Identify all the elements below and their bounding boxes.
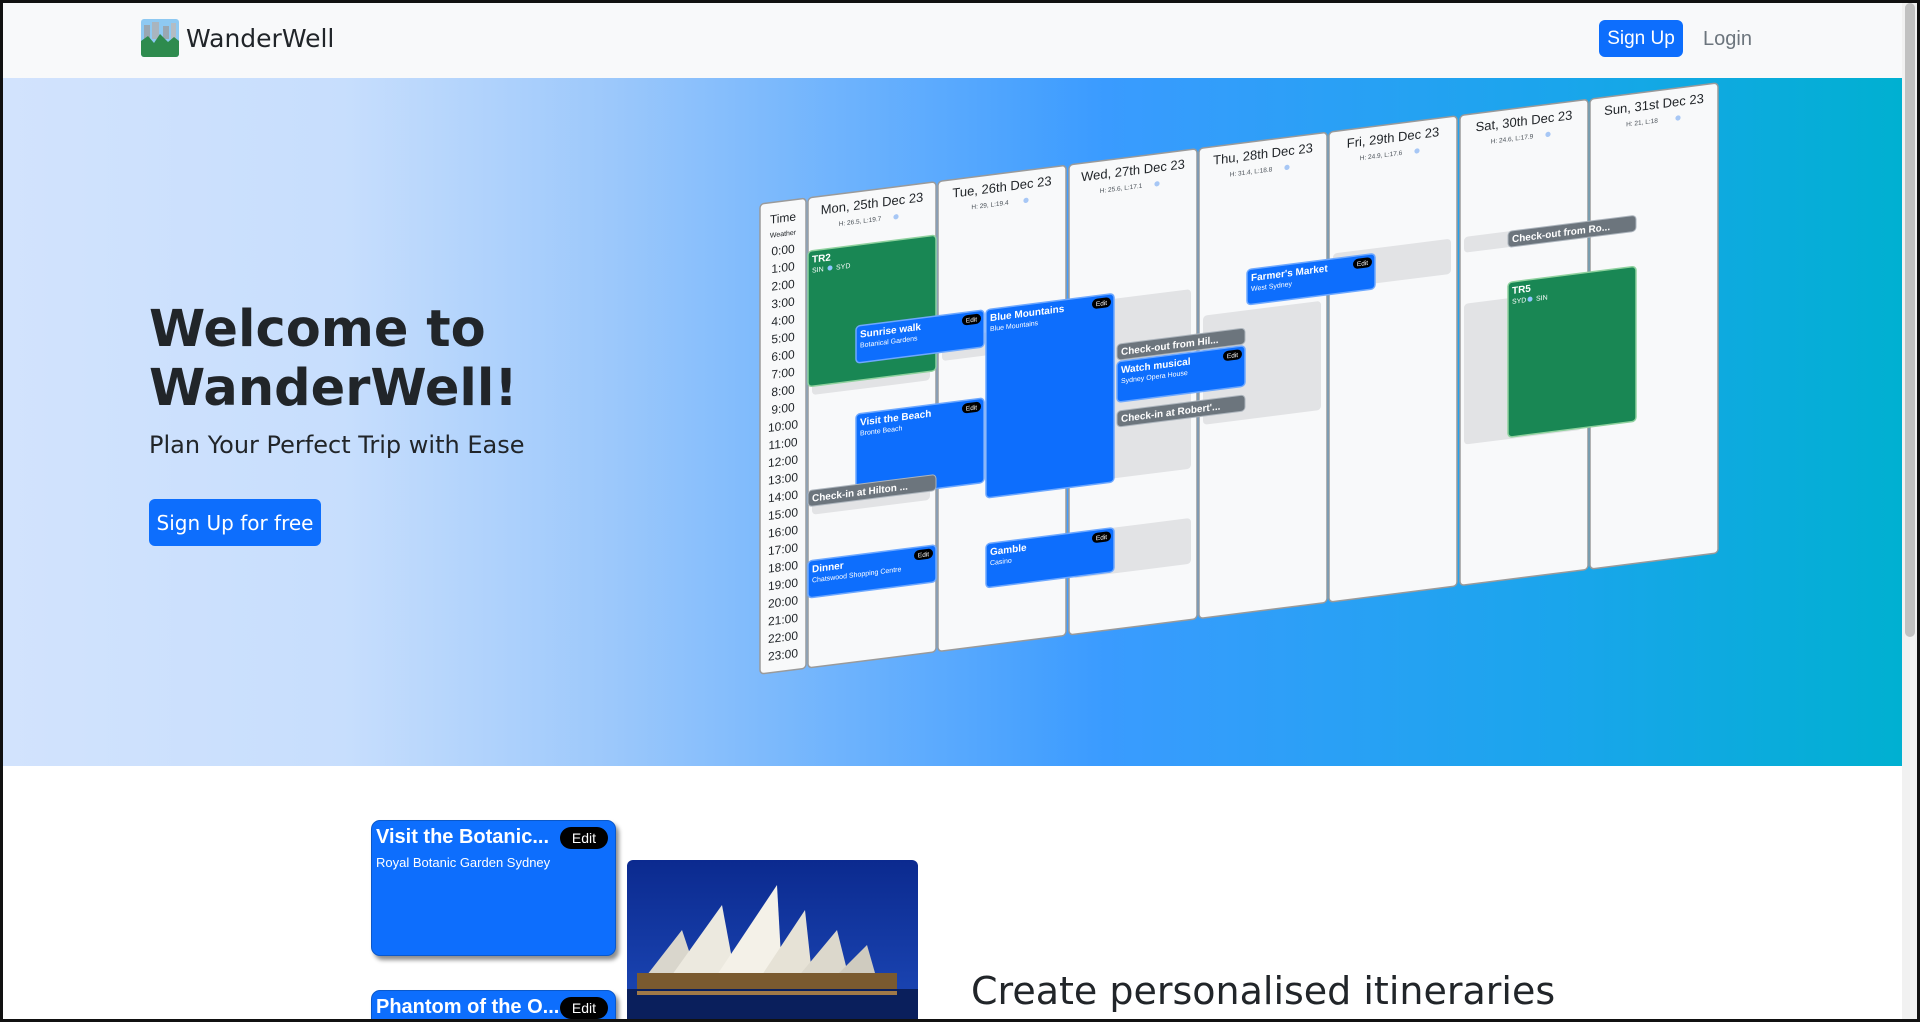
feature-card-botanic[interactable]: Visit the Botanic... Royal Botanic Garde… [371,820,616,956]
navbar: WanderWell Sign Up Login [3,3,1902,78]
brand-link[interactable]: WanderWell [141,19,334,57]
hour-label: 7:00 [771,365,795,382]
edit-label: Edit [918,551,929,559]
hour-label: 6:00 [771,347,795,364]
edit-label: Edit [1357,260,1368,268]
edit-label: Edit [1096,300,1107,308]
hour-label: 9:00 [771,400,795,417]
calendar-preview: TimeWeather0:001:002:003:004:005:006:007… [759,82,1719,675]
feature-card-title: Visit the Botanic... [376,826,549,848]
edit-button[interactable]: Edit [559,827,608,849]
feature-card-subtitle: Royal Botanic Garden Sydney [376,855,551,870]
event-tr5-to: SIN [1536,294,1548,302]
edit-label: Edit [966,316,977,324]
hour-label: 4:00 [771,312,795,329]
edit-button[interactable]: Edit [559,997,608,1019]
edit-label: Edit [1096,534,1107,542]
brand-name: WanderWell [186,23,335,53]
hour-label: 8:00 [771,382,795,399]
opera-house-illustration [627,860,918,1022]
hour-label: 2:00 [771,277,795,294]
scrollbar-thumb[interactable] [1905,3,1915,637]
hour-label: 5:00 [771,330,795,347]
feature-card-phantom[interactable]: Phantom of the O... Edit [371,990,616,1022]
brand-logo-icon [141,19,179,57]
hour-label: 1:00 [771,259,795,276]
page-scrollbar[interactable] [1902,3,1917,1019]
day-column [1328,115,1458,603]
event-tr2-from: SIN [812,266,824,274]
edit-label: Edit [966,404,977,412]
feature-heading: Create personalised itineraries [971,969,1556,1013]
login-link[interactable]: Login [1703,28,1752,51]
hour-label: 3:00 [771,294,795,311]
hero-section: Welcome to WanderWell! Plan Your Perfect… [3,78,1902,766]
opera-house-image [627,860,918,1022]
hour-label: 0:00 [771,242,795,259]
signup-button[interactable]: Sign Up [1599,20,1683,57]
edit-label: Edit [1227,352,1238,360]
feature-card-title: Phantom of the O... [376,996,560,1018]
